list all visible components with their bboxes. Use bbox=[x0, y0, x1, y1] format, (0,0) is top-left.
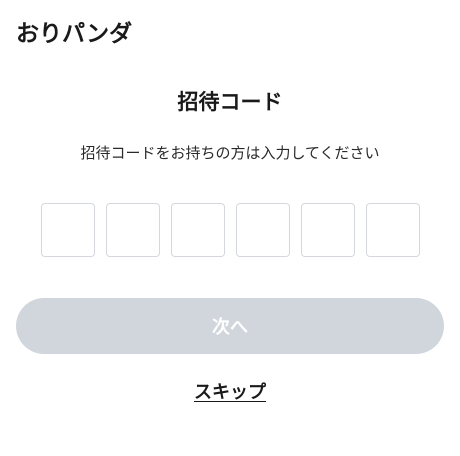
invite-code-digit-2[interactable] bbox=[106, 203, 160, 257]
page-title: 招待コード bbox=[177, 90, 283, 114]
invite-code-description: 招待コードをお持ちの方は入力してください bbox=[80, 144, 380, 162]
skip-container: スキップ bbox=[0, 378, 460, 404]
next-button-label: 次へ bbox=[212, 317, 248, 338]
skip-link[interactable]: スキップ bbox=[194, 382, 266, 403]
app-logo: おりパンダ bbox=[16, 21, 133, 47]
next-button[interactable]: 次へ bbox=[16, 298, 444, 354]
invite-code-inputs bbox=[41, 203, 420, 257]
invite-code-digit-5[interactable] bbox=[301, 203, 355, 257]
invite-code-digit-3[interactable] bbox=[171, 203, 225, 257]
invite-code-digit-1[interactable] bbox=[41, 203, 95, 257]
invite-code-digit-4[interactable] bbox=[236, 203, 290, 257]
invite-code-digit-6[interactable] bbox=[366, 203, 420, 257]
